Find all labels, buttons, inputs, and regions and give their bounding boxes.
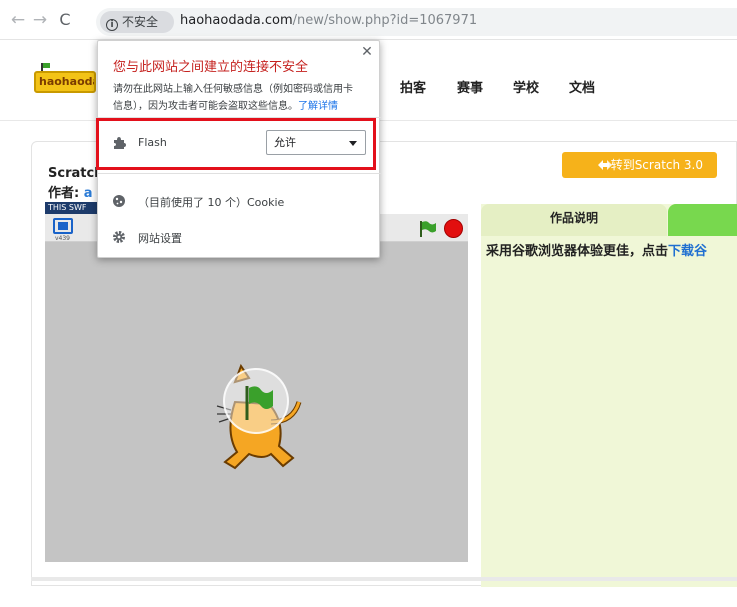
learn-more-link[interactable]: 了解详情 — [298, 101, 338, 112]
url-text[interactable]: haohaodada.com/new/show.php?id=1067971 — [180, 13, 477, 28]
url-host: haohaodada.com — [180, 13, 293, 28]
stop-icon[interactable] — [444, 219, 463, 238]
description-text: 采用谷歌浏览器体验更佳，点击下载谷 — [486, 240, 707, 259]
swap-icon — [598, 160, 612, 170]
play-flag-icon — [245, 386, 273, 420]
site-settings-row[interactable]: 网站设置 — [98, 223, 381, 253]
site-logo[interactable]: haohaoda — [31, 63, 103, 101]
goto-scratch3-label: 转到Scratch 3.0 — [610, 158, 703, 172]
back-arrow-icon[interactable]: ← — [8, 10, 28, 30]
nav-link-paike[interactable]: 拍客 — [400, 77, 426, 96]
logo-text: haohaoda — [34, 71, 96, 93]
nav-link-wendang[interactable]: 文档 — [569, 77, 595, 96]
tab-other[interactable] — [668, 204, 737, 236]
security-label: 不安全 — [122, 15, 159, 29]
description-panel: 作品说明 采用谷歌浏览器体验更佳，点击下载谷 — [481, 204, 737, 587]
download-link[interactable]: 下载谷 — [668, 244, 707, 259]
project-author: 作者: a — [48, 182, 93, 201]
flash-highlight-box — [96, 118, 376, 170]
nav-link-xuexiao[interactable]: 学校 — [513, 77, 539, 96]
footer-divider — [31, 577, 737, 581]
security-chip[interactable]: i 不安全 — [100, 11, 174, 33]
popup-description: 请勿在此网站上输入任何敏感信息（例如密码或信用卡 信息），因为攻击者可能会盗取这… — [113, 81, 373, 115]
tab-description[interactable]: 作品说明 — [481, 204, 667, 236]
site-settings-label: 网站设置 — [138, 232, 182, 245]
version-label: v439 — [55, 235, 71, 242]
reload-icon[interactable]: C — [55, 10, 75, 30]
author-name[interactable]: a — [84, 186, 93, 201]
popup-desc-line1: 请勿在此网站上输入任何敏感信息（例如密码或信用卡 — [113, 84, 353, 95]
popup-heading: 您与此网站之间建立的连接不安全 — [113, 60, 309, 75]
play-overlay-button[interactable] — [223, 368, 289, 434]
gear-icon — [113, 231, 125, 243]
forward-arrow-icon[interactable]: → — [30, 10, 50, 30]
nav-link-saishi[interactable]: 赛事 — [457, 77, 483, 96]
cookie-label: （目前使用了 10 个）Cookie — [138, 196, 285, 209]
popup-divider — [98, 173, 381, 174]
description-body: 采用谷歌浏览器体验更佳，点击 — [486, 244, 669, 259]
cookie-row[interactable]: （目前使用了 10 个）Cookie — [98, 187, 381, 217]
goto-scratch3-button[interactable]: 转到Scratch 3.0 — [562, 152, 717, 178]
address-bar[interactable]: i 不安全 haohaodada.com/new/show.php?id=1067… — [96, 8, 737, 36]
url-path: /new/show.php?id=1067971 — [292, 13, 478, 28]
green-flag-icon[interactable] — [417, 219, 437, 239]
browser-toolbar: ← → C i 不安全 haohaodada.com/new/show.php?i… — [0, 0, 737, 40]
close-icon[interactable]: ✕ — [360, 45, 374, 59]
stage-canvas[interactable] — [45, 242, 468, 562]
fullscreen-icon[interactable] — [53, 218, 73, 234]
cookie-icon — [113, 195, 125, 207]
popup-desc-line2: 信息），因为攻击者可能会盗取这些信息。 — [113, 101, 298, 112]
author-label: 作者: — [48, 186, 80, 201]
info-icon: i — [106, 19, 118, 31]
